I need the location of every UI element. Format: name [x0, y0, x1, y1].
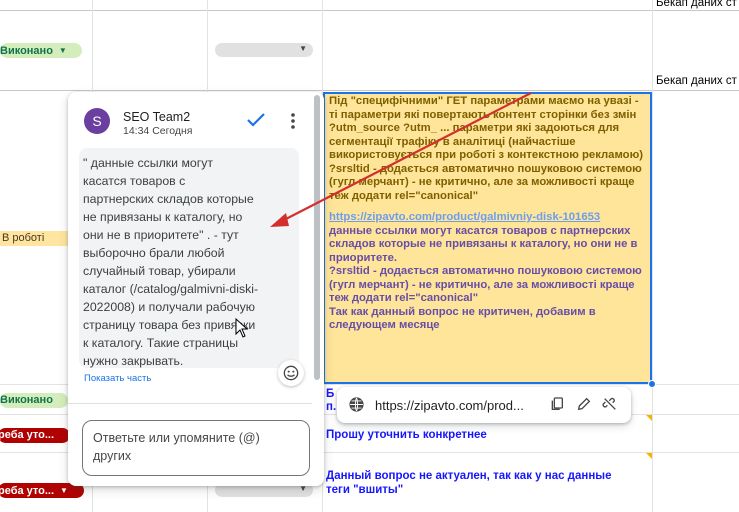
comment-line: " данные ссылки могут [83, 156, 214, 170]
show-part-link[interactable]: Показать часть [84, 373, 151, 384]
emoji-icon [283, 365, 299, 381]
status-chip-needs-clarification[interactable]: реба уто... ▼ [0, 483, 84, 498]
partial-cell-text: п. [326, 401, 337, 413]
comment-line: нужно закрывать. [83, 354, 184, 368]
clarify-cell-text[interactable]: Прошу уточнить конкретнее [326, 428, 487, 442]
status-chip-in-progress[interactable]: В роботі [0, 231, 68, 246]
mouse-cursor-icon [235, 318, 249, 338]
selected-note-cell[interactable]: Під "специфічними" ГЕТ параметрами маємо… [323, 92, 652, 384]
status-label: реба уто... [0, 429, 55, 441]
column-divider [652, 0, 653, 512]
note-paragraph: Так как данный вопрос не критичен, добав… [329, 305, 596, 332]
unlink-icon[interactable] [602, 396, 618, 412]
comment-line: страницу товара без привязки [83, 318, 256, 332]
comment-line: они не в приоритете" . - тут [83, 228, 239, 242]
reply-input[interactable]: Ответьте или упомяните (@) других [82, 420, 310, 476]
copy-icon[interactable] [549, 396, 565, 412]
globe-icon [349, 397, 364, 412]
more-vert-icon[interactable] [290, 113, 296, 129]
partial-cell-text: Б [326, 388, 335, 400]
status-label: реба уто... [0, 485, 55, 497]
backup-cell[interactable]: Бекап даних ст [656, 0, 739, 9]
empty-dropdown-chip[interactable]: ▼ [215, 43, 313, 57]
note-paragraph: ?utm_source ?utm_ ... параметри які задо… [329, 122, 643, 161]
status-chip-done[interactable]: Виконано [0, 393, 68, 408]
status-chip-needs-clarification[interactable]: реба уто... [0, 428, 70, 443]
avatar: S [84, 108, 110, 134]
checkmark-icon[interactable] [246, 112, 266, 128]
status-chip-done[interactable]: Виконано ▼ [0, 43, 82, 58]
note-paragraph: ?srsltid - додається автоматично пошуков… [329, 162, 642, 202]
chevron-down-icon: ▼ [60, 486, 68, 495]
comment-line: случайный товар, убирали [83, 264, 236, 278]
comment-line: 2022008) и получали рабочую [83, 300, 255, 314]
comment-author: SEO Team2 [123, 110, 191, 124]
add-reaction-button[interactable] [278, 360, 304, 386]
note-paragraph: Під "специфічними" ГЕТ параметрами маємо… [329, 95, 639, 121]
status-label: В роботі [2, 232, 45, 244]
status-label: Виконано [0, 394, 53, 406]
row-divider [0, 10, 739, 11]
comment-timestamp: 14:34 Сегодня [123, 125, 193, 137]
chevron-down-icon: ▼ [299, 44, 307, 53]
comment-thread-card: S SEO Team2 14:34 Сегодня " данные ссылк… [68, 92, 324, 486]
link-preview-popup: https://zipavto.com/prod... [337, 387, 631, 423]
selection-fill-handle[interactable] [648, 380, 656, 388]
link-url[interactable]: https://zipavto.com/prod... [375, 398, 524, 413]
note-paragraph: данные ссылки могут касатся товаров с па… [329, 224, 638, 264]
not-relevant-cell-text[interactable]: Данный вопрос не актуален, так как у нас… [326, 469, 611, 483]
comment-line: не привязаны к каталогу, но [83, 210, 243, 224]
not-relevant-cell-text[interactable]: теги "вшиты" [326, 483, 403, 497]
backup-cell[interactable]: Бекап даних ст [656, 75, 739, 87]
comment-line: выборочно брали любой [83, 246, 225, 260]
note-paragraph: ?srsltid - додається автоматично пошуков… [329, 265, 642, 304]
comment-body: " данные ссылки могут касатся товаров с … [79, 148, 299, 368]
status-label: Виконано [0, 45, 53, 57]
comment-indicator [646, 415, 652, 421]
comment-indicator [646, 453, 652, 459]
comment-line: каталог (/catalog/galmivni-diski- [83, 282, 259, 296]
comment-line: к каталогу. Такие страницы [83, 336, 239, 350]
comment-line: касатся товаров с [83, 174, 186, 188]
edit-icon[interactable] [576, 396, 592, 412]
chevron-down-icon: ▼ [58, 46, 67, 55]
comment-scrollbar[interactable] [314, 95, 320, 380]
row-divider [0, 90, 739, 91]
divider [68, 403, 312, 404]
comment-line: партнерских складов которые [83, 192, 254, 206]
note-link[interactable]: https://zipavto.com/product/galmivniy-di… [329, 211, 646, 225]
